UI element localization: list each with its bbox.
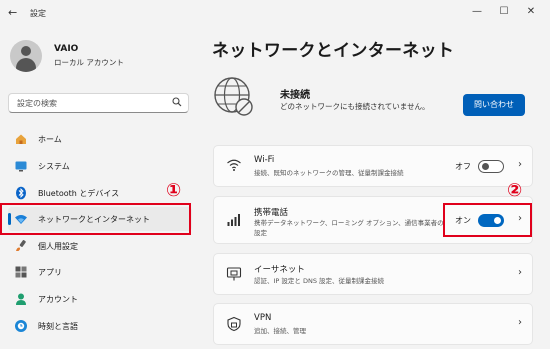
back-arrow-icon[interactable]: ← <box>8 6 17 19</box>
status-subtitle: どのネットワークにも接続されていません。 <box>280 102 430 111</box>
close-icon[interactable]: ✕ <box>524 6 538 17</box>
account-icon <box>14 292 28 306</box>
title-bar: ← 設定 — ☐ ✕ <box>0 0 550 28</box>
avatar-body <box>16 58 36 72</box>
sidebar-item-bluetooth[interactable]: Bluetooth とデバイス <box>8 181 192 205</box>
sidebar-item-personalization[interactable]: 個人用設定 <box>8 234 192 258</box>
cellular-icon <box>226 212 242 230</box>
ethernet-card[interactable]: イーサネット 認証、IP 設定と DNS 設定、従量制課金接続 › <box>213 253 533 295</box>
sidebar-item-home[interactable]: ホーム <box>8 127 192 151</box>
user-name: VAIO <box>54 44 79 54</box>
annotation-callout-2: ② <box>507 180 523 201</box>
card-subtitle: 接続、既知のネットワークの管理、従量制課金接続 <box>254 169 404 177</box>
globe-disconnected-icon <box>212 75 256 119</box>
sidebar-item-label: システム <box>38 162 70 171</box>
card-subtitle: 認証、IP 設定と DNS 設定、従量制課金接続 <box>254 277 385 285</box>
minimize-icon[interactable]: — <box>470 6 484 17</box>
search-icon[interactable] <box>172 97 182 110</box>
sidebar-item-label: 時刻と言語 <box>38 322 78 331</box>
system-icon <box>14 159 28 173</box>
sidebar-item-apps[interactable]: アプリ <box>8 260 192 284</box>
vpn-icon <box>226 316 242 334</box>
card-subtitle: 設定 <box>254 229 267 237</box>
wifi-state-label: オフ <box>455 162 471 171</box>
toggle-knob <box>482 163 489 170</box>
annotation-callout-1: ① <box>166 180 182 201</box>
card-subtitle: 携帯データネットワーク、ローミング オプション、通信事業者の <box>254 219 444 227</box>
card-title: VPN <box>254 313 272 323</box>
sidebar-item-label: アカウント <box>38 295 78 304</box>
avatar-head <box>21 46 31 56</box>
account-type: ローカル アカウント <box>54 58 124 67</box>
search-placeholder: 設定の検索 <box>17 99 57 108</box>
wifi-toggle[interactable] <box>478 160 504 173</box>
status-title: 未接続 <box>280 90 310 101</box>
sidebar-item-label: ホーム <box>38 135 62 144</box>
bluetooth-icon <box>14 186 28 200</box>
sidebar-item-accounts[interactable]: アカウント <box>8 287 192 311</box>
page-title: ネットワークとインターネット <box>212 41 455 61</box>
app-title: 設定 <box>30 9 46 18</box>
sidebar-item-label: 個人用設定 <box>38 242 78 251</box>
maximize-icon[interactable]: ☐ <box>497 6 511 17</box>
annotation-highlight-2 <box>443 203 532 237</box>
chevron-right-icon[interactable]: › <box>518 159 522 170</box>
wifi-card[interactable]: Wi-Fi 接続、既知のネットワークの管理、従量制課金接続 オフ › <box>213 145 533 187</box>
sidebar-item-system[interactable]: システム <box>8 154 192 178</box>
sidebar-item-label: アプリ <box>38 268 62 277</box>
contact-support-button[interactable]: 問い合わせ <box>463 94 525 116</box>
apps-icon <box>14 265 28 279</box>
card-title: イーサネット <box>254 265 305 275</box>
ethernet-icon <box>226 266 242 284</box>
sidebar-item-label: Bluetooth とデバイス <box>38 189 120 198</box>
vpn-card[interactable]: VPN 追加、接続、管理 › <box>213 303 533 345</box>
globe-clock-icon <box>14 319 28 333</box>
brush-icon <box>14 239 28 253</box>
sidebar-item-time-language[interactable]: 時刻と言語 <box>8 314 192 338</box>
annotation-highlight-1 <box>0 203 191 235</box>
chevron-right-icon[interactable]: › <box>518 267 522 278</box>
search-input[interactable]: 設定の検索 <box>8 93 189 113</box>
avatar[interactable] <box>10 40 42 72</box>
card-title: Wi-Fi <box>254 155 275 165</box>
wifi-icon <box>226 157 242 175</box>
chevron-right-icon[interactable]: › <box>518 317 522 328</box>
card-subtitle: 追加、接続、管理 <box>254 327 306 335</box>
home-icon <box>14 132 28 146</box>
card-title: 携帯電話 <box>254 208 289 218</box>
